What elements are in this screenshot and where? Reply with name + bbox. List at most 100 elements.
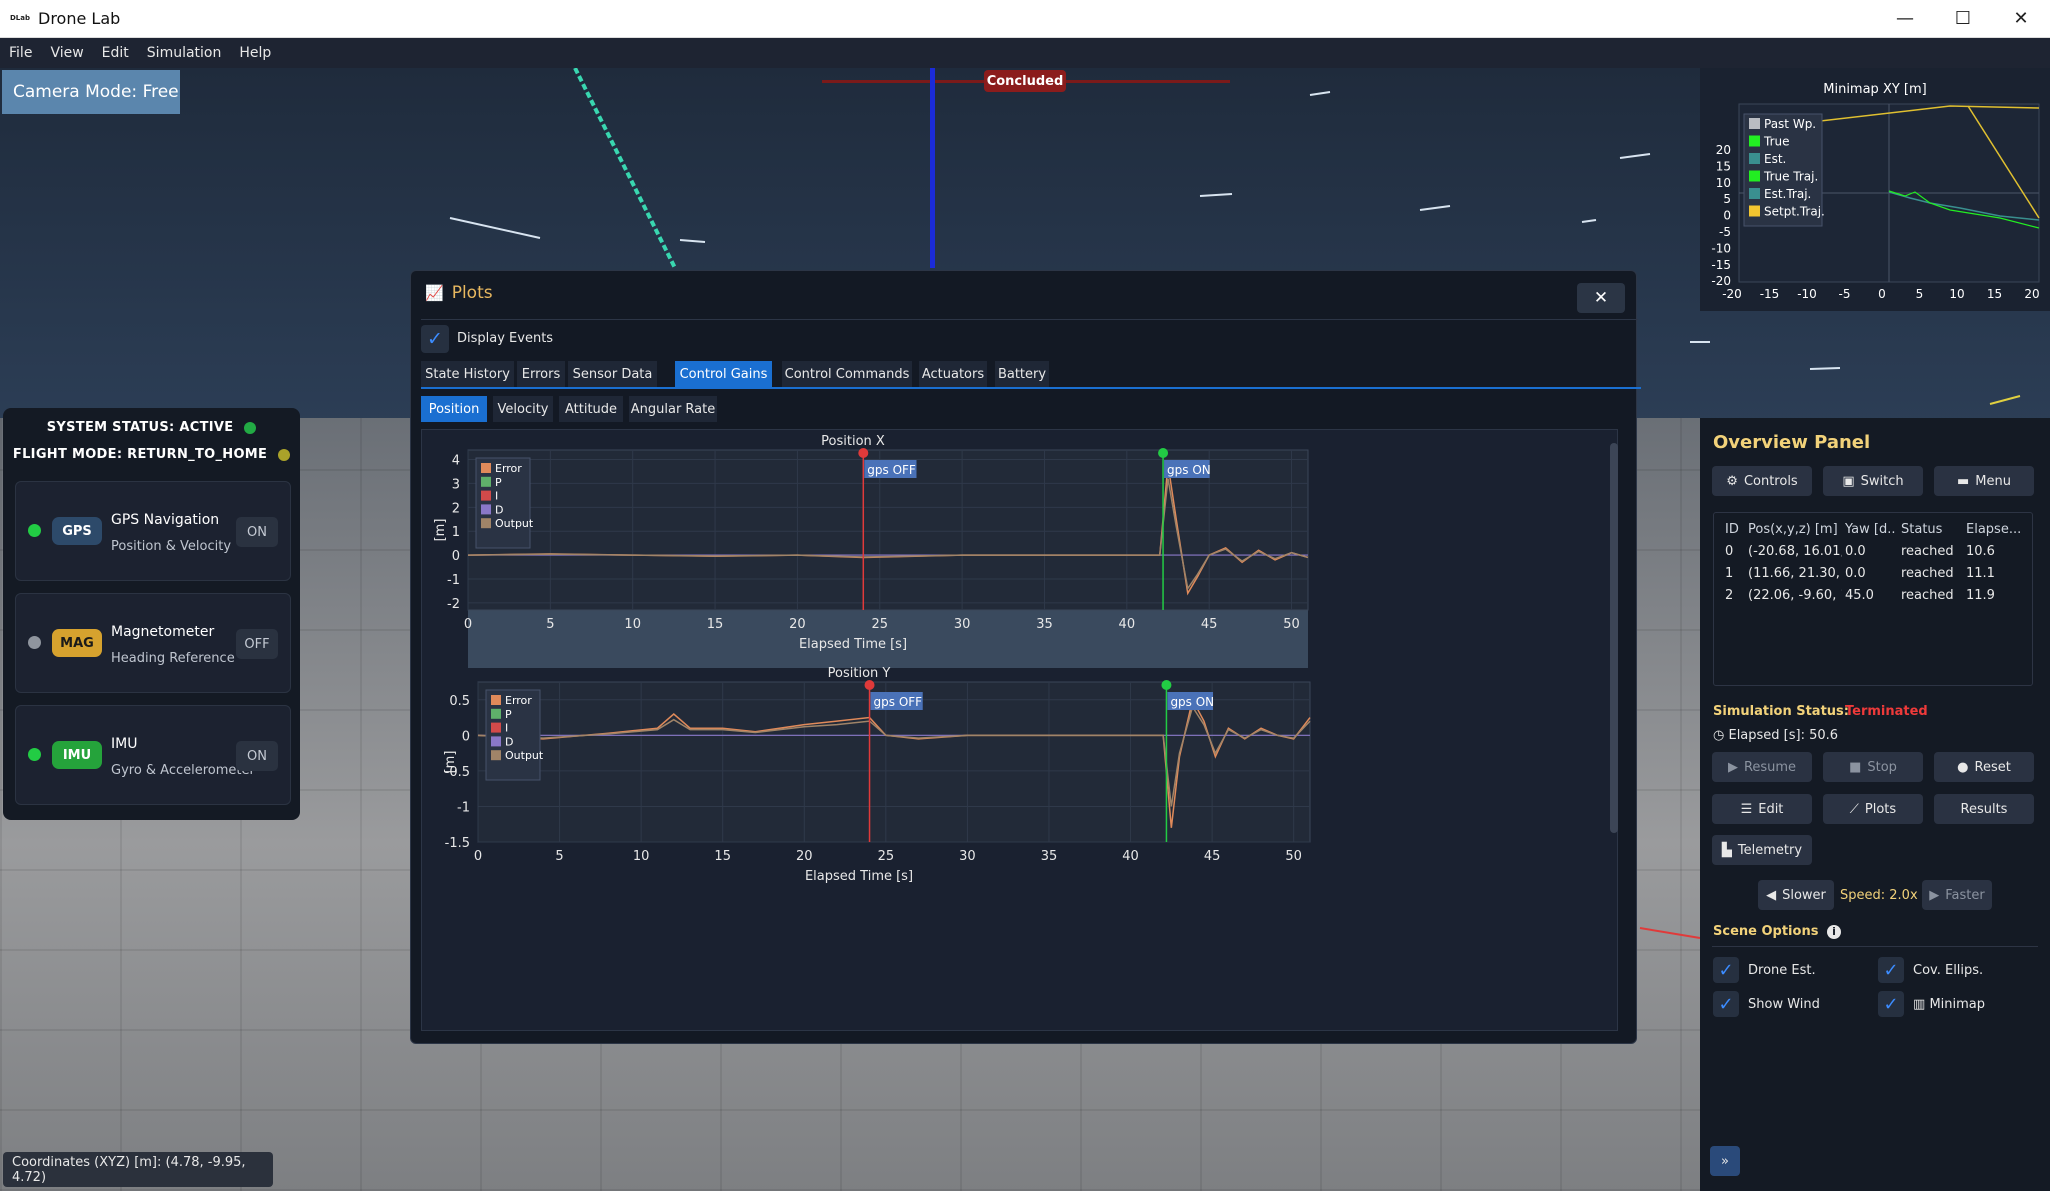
cell: 10.6 [1966, 544, 1995, 559]
edit-label: Edit [1758, 801, 1784, 817]
stop-button[interactable]: ■ Stop [1823, 752, 1923, 782]
imu-toggle[interactable]: ON [236, 741, 278, 771]
tab-state-history[interactable]: State History [421, 361, 514, 387]
event-label: gps ON [1170, 695, 1214, 709]
x-tick-label: 25 [871, 617, 888, 632]
x-tick-label: 5 [555, 849, 563, 864]
telemetry-label: Telemetry [1737, 842, 1803, 858]
table-row[interactable]: 1 (11.66, 21.30, 1 0.0 reached 11.1 [1714, 563, 2034, 585]
coordinates-readout: Coordinates (XYZ) [m]: (4.78, -9.95, 4.7… [3, 1152, 273, 1187]
table-row[interactable]: 2 (22.06, -9.60, 1 45.0 reached 11.9 [1714, 585, 2034, 607]
sim-status-value: Terminated [1845, 704, 1928, 719]
show-wind-checkbox[interactable]: ✓ [1713, 991, 1739, 1017]
menu-help[interactable]: Help [230, 45, 280, 61]
subtab-attitude[interactable]: Attitude [559, 396, 623, 422]
cell: 2 [1725, 588, 1734, 603]
minimap-panel[interactable]: Minimap XY [m] Past Wp. True Est. True Traj… [1700, 68, 2050, 311]
legend-swatch [481, 463, 491, 473]
plots-window: 📈 Plots ✕ ✓ Display Events State History … [410, 270, 1641, 1044]
close-plots-button[interactable]: ✕ [1577, 283, 1625, 313]
edit-button[interactable]: ☰ Edit [1712, 794, 1812, 824]
tab-sensor-data[interactable]: Sensor Data [568, 361, 657, 387]
tab-actuators[interactable]: Actuators [919, 361, 987, 387]
scene-options-label: Scene Options [1713, 924, 1819, 939]
mag-toggle[interactable]: OFF [236, 629, 278, 659]
x-tick-label: 0 [464, 617, 472, 632]
cell: 45.0 [1845, 588, 1874, 603]
col-id: ID [1725, 522, 1739, 537]
plots-scrollbar[interactable] [1610, 443, 1618, 833]
reset-button[interactable]: ● Reset [1934, 752, 2034, 782]
maximize-button[interactable]: ☐ [1934, 0, 1992, 38]
tab-errors[interactable]: Errors [517, 361, 565, 387]
close-window-button[interactable]: ✕ [1992, 0, 2050, 38]
system-status-text: SYSTEM STATUS: ACTIVE [46, 420, 234, 435]
mag-description: Heading Reference [111, 651, 235, 666]
menu-edit[interactable]: Edit [93, 45, 138, 61]
y-tick-label: 0 [462, 729, 470, 744]
x-tick-label: 0 [474, 849, 482, 864]
telemetry-button[interactable]: ▙ Telemetry [1712, 835, 1812, 865]
x-tick-label: 45 [1201, 617, 1218, 632]
x-tick-label: 25 [878, 849, 895, 864]
cell: reached [1901, 544, 1954, 559]
tab-control-commands[interactable]: Control Commands [782, 361, 912, 387]
menu-button[interactable]: ▬ Menu [1934, 466, 2034, 496]
subtab-position[interactable]: Position [421, 396, 487, 422]
legend-label: True [1763, 135, 1790, 149]
faster-button[interactable]: ▶ Faster [1922, 880, 1992, 910]
speed-readout: Speed: 2.0x [1840, 888, 1918, 903]
controls-button[interactable]: ⚙ Controls [1712, 466, 1812, 496]
resume-button[interactable]: ▶ Resume [1712, 752, 1812, 782]
x-tick-label: 0 [1878, 287, 1886, 301]
folder-icon: ▬ [1957, 473, 1970, 489]
event-label: gps OFF [867, 463, 916, 477]
chart-1: Position Y0 5 10 15 20 25 30 35 40 45 500.50-0.5-1… [443, 666, 1311, 884]
x-axis-label: Elapsed Time [s] [799, 637, 907, 652]
waypoint-table[interactable]: ID Pos(x,y,z) [m] Yaw [d... Status Elaps… [1713, 512, 2033, 686]
imu-badge: IMU [52, 741, 102, 769]
menu-view[interactable]: View [41, 45, 92, 61]
info-icon[interactable]: i [1826, 925, 1841, 939]
telemetry-icon: ▙ [1721, 842, 1732, 858]
x-tick-label: 40 [1122, 849, 1139, 864]
wind-streak [1199, 193, 1233, 197]
legend-swatch [481, 490, 491, 501]
x-tick-label: 35 [1041, 849, 1058, 864]
plots-button[interactable]: ⟋ Plots [1823, 794, 1923, 824]
menu-file[interactable]: File [0, 45, 41, 61]
y-tick-label: 0.5 [449, 694, 470, 709]
legend-label: D [505, 735, 513, 748]
table-row[interactable]: 0 (-20.68, 16.01, 0.0 reached 10.6 [1714, 541, 2034, 563]
minimize-button[interactable]: — [1876, 0, 1934, 38]
sensor-card-gps: GPS GPS Navigation Position & Velocity O… [15, 481, 291, 581]
switch-button[interactable]: ▣ Switch [1823, 466, 1923, 496]
reset-icon: ● [1957, 759, 1969, 775]
cell: reached [1901, 566, 1954, 581]
tab-battery[interactable]: Battery [995, 361, 1049, 387]
cov-ellips-checkbox[interactable]: ✓ [1878, 957, 1904, 983]
chart-title: Position Y [828, 666, 891, 681]
scene-options-header: Scene Options i [1713, 924, 1841, 939]
expand-button[interactable]: » [1710, 1146, 1740, 1176]
plot-area: Position X 0 5 10 15 20 25 30 35 40 45 50 4 3 2 1 0 -1 -2 E… [421, 429, 1618, 1031]
results-button[interactable]: Results [1934, 794, 2034, 824]
gps-toggle[interactable]: ON [236, 517, 278, 547]
display-events-checkbox[interactable]: ✓ [421, 325, 449, 353]
x-tick-label: 45 [1204, 849, 1221, 864]
menu-simulation[interactable]: Simulation [138, 45, 231, 61]
slower-button[interactable]: ◀ Slower [1758, 880, 1834, 910]
imu-status-dot-icon [28, 748, 41, 761]
minimap-checkbox[interactable]: ✓ [1878, 991, 1904, 1017]
legend-label: Est. [1764, 152, 1786, 166]
drone-est-checkbox[interactable]: ✓ [1713, 957, 1739, 983]
cell: reached [1901, 588, 1954, 603]
y-tick-label: 20 [1716, 143, 1731, 157]
subtab-angular-rate[interactable]: Angular Rate [629, 396, 717, 422]
setpoint-pole [930, 68, 935, 268]
y-tick-label: 0 [1723, 209, 1731, 223]
trajectory-line [573, 68, 677, 269]
subtab-velocity[interactable]: Velocity [493, 396, 553, 422]
camera-mode-label[interactable]: Camera Mode: Free [2, 70, 180, 114]
tab-control-gains[interactable]: Control Gains [675, 361, 772, 387]
